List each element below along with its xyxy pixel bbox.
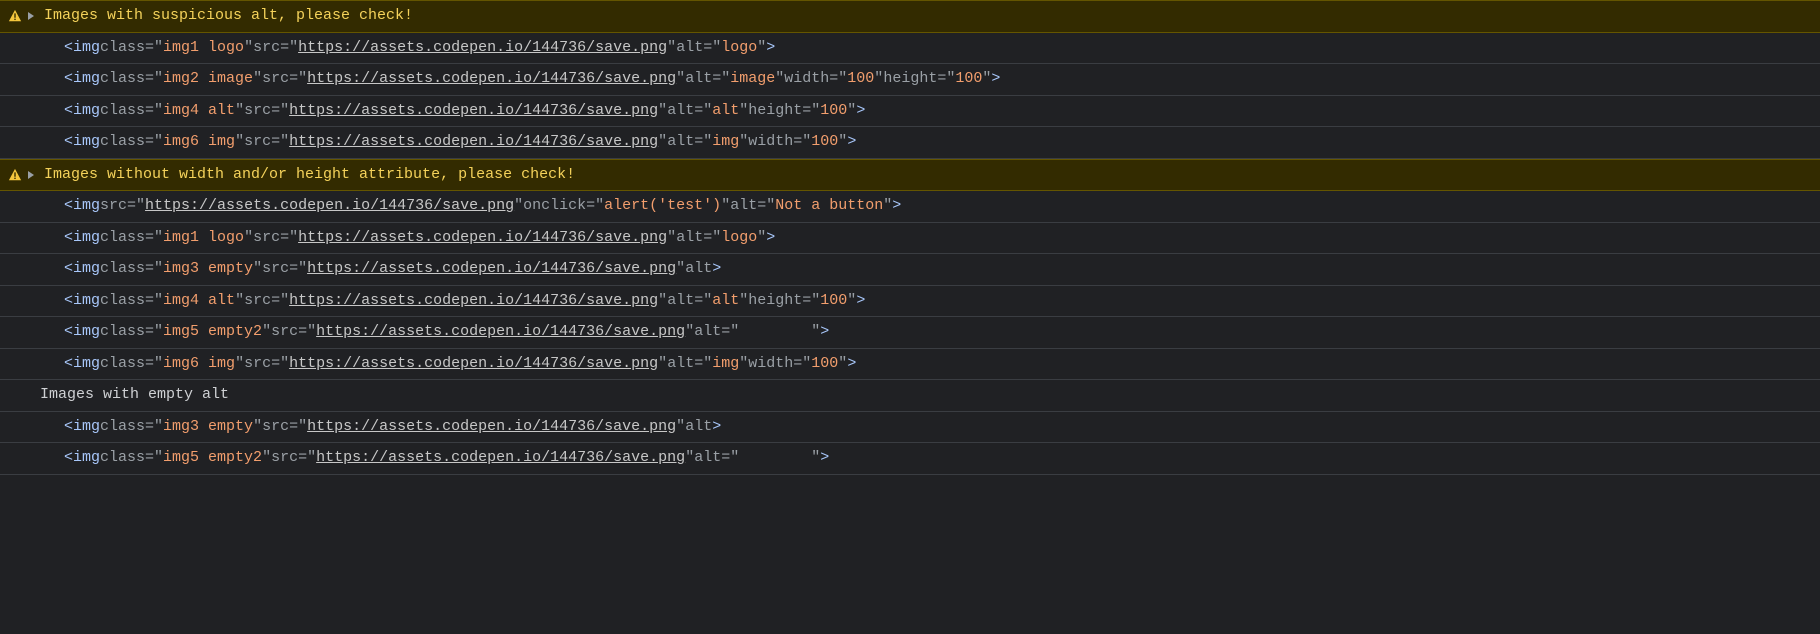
console-code-line[interactable]: <img class="img3 empty" src="https://ass… (0, 412, 1820, 444)
console-code-line[interactable]: <img class="img1 logo" src="https://asse… (0, 33, 1820, 65)
group-title: Images without width and/or height attri… (44, 164, 575, 187)
console-code-line[interactable]: <img class="img4 alt" src="https://asset… (0, 286, 1820, 318)
log-group-header[interactable]: Images with empty alt (0, 380, 1820, 412)
expand-toggle-icon[interactable] (26, 11, 36, 21)
console-code-line[interactable]: <img class="img5 empty2" src="https://as… (0, 443, 1820, 475)
warning-icon (8, 168, 22, 182)
console-code-line[interactable]: <img class="img6 img" src="https://asset… (0, 127, 1820, 159)
console-code-line[interactable]: <img src="https://assets.codepen.io/1447… (0, 191, 1820, 223)
group-title: Images with suspicious alt, please check… (44, 5, 413, 28)
warning-group-header[interactable]: Images without width and/or height attri… (0, 159, 1820, 192)
console-code-line[interactable]: <img class="img1 logo" src="https://asse… (0, 223, 1820, 255)
console-code-line[interactable]: <img class="img4 alt" src="https://asset… (0, 96, 1820, 128)
console-code-line[interactable]: <img class="img2 image" src="https://ass… (0, 64, 1820, 96)
console-code-line[interactable]: <img class="img6 img" src="https://asset… (0, 349, 1820, 381)
expand-toggle-icon[interactable] (26, 170, 36, 180)
console-code-line[interactable]: <img class="img5 empty2" src="https://as… (0, 317, 1820, 349)
warning-icon (8, 9, 22, 23)
console-code-line[interactable]: <img class="img3 empty" src="https://ass… (0, 254, 1820, 286)
group-title: Images with empty alt (40, 384, 229, 407)
warning-group-header[interactable]: Images with suspicious alt, please check… (0, 0, 1820, 33)
